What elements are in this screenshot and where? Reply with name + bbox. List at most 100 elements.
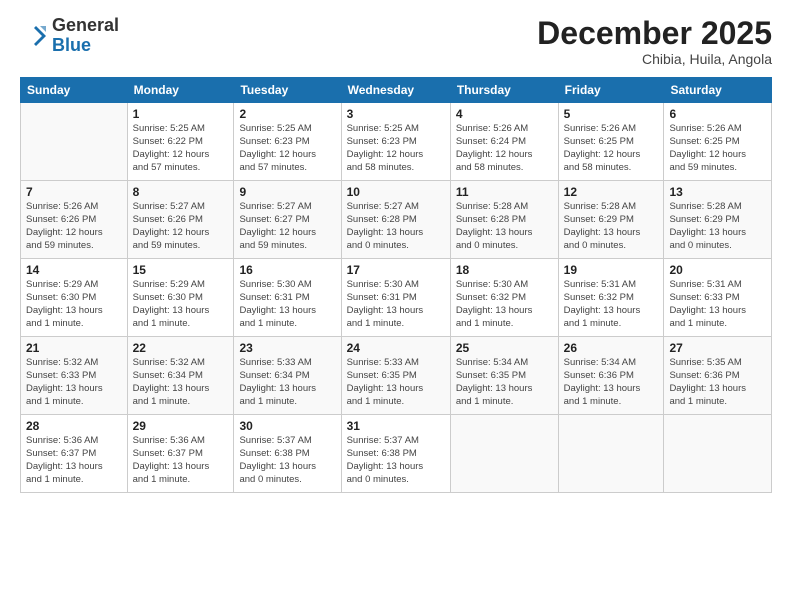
calendar-cell: 14Sunrise: 5:29 AM Sunset: 6:30 PM Dayli… bbox=[21, 259, 128, 337]
logo-icon bbox=[20, 22, 48, 50]
day-info: Sunrise: 5:29 AM Sunset: 6:30 PM Dayligh… bbox=[26, 279, 122, 330]
title-block: December 2025 Chibia, Huila, Angola bbox=[537, 16, 772, 67]
calendar-cell bbox=[664, 415, 772, 493]
calendar-cell: 17 Sunrise: 5:30 AM Sunset: 6:31 PM Dayli… bbox=[341, 259, 450, 337]
calendar-cell: 8Sunrise: 5:27 AM Sunset: 6:26 PM Daylig… bbox=[127, 181, 234, 259]
calendar-cell: 15Sunrise: 5:29 AM Sunset: 6:30 PM Dayli… bbox=[127, 259, 234, 337]
day-number: 24 bbox=[347, 341, 445, 355]
day-info: Sunrise: 5:28 AM Sunset: 6:29 PM Dayligh… bbox=[669, 201, 766, 252]
day-info: Sunrise: 5:35 AM Sunset: 6:36 PM Dayligh… bbox=[669, 357, 766, 408]
day-info: Sunrise: 5:25 AM Sunset: 6:23 PM Dayligh… bbox=[347, 123, 445, 174]
month-title: December 2025 bbox=[537, 16, 772, 51]
calendar-cell bbox=[21, 103, 128, 181]
day-info: Sunrise: 5:27 AM Sunset: 6:27 PM Dayligh… bbox=[239, 201, 335, 252]
day-number: 3 bbox=[347, 107, 445, 121]
day-number: 31 bbox=[347, 419, 445, 433]
day-info: Sunrise: 5:31 AM Sunset: 6:33 PM Dayligh… bbox=[669, 279, 766, 330]
header: General Blue December 2025 Chibia, Huila… bbox=[20, 16, 772, 67]
calendar-cell: 18Sunrise: 5:30 AM Sunset: 6:32 PM Dayli… bbox=[450, 259, 558, 337]
day-number: 25 bbox=[456, 341, 553, 355]
calendar-cell bbox=[450, 415, 558, 493]
calendar-week-2: 7 Sunrise: 5:26 AM Sunset: 6:26 PM Daylig… bbox=[21, 181, 772, 259]
calendar-header-row: SundayMondayTuesdayWednesdayThursdayFrid… bbox=[21, 78, 772, 103]
weekday-header-thursday: Thursday bbox=[450, 78, 558, 103]
day-number: 7 bbox=[26, 185, 122, 199]
calendar-cell: 16Sunrise: 5:30 AM Sunset: 6:31 PM Dayli… bbox=[234, 259, 341, 337]
calendar-cell: 22 Sunrise: 5:32 AM Sunset: 6:34 PM Dayli… bbox=[127, 337, 234, 415]
day-number: 17 bbox=[347, 263, 445, 277]
day-info: Sunrise: 5:28 AM Sunset: 6:29 PM Dayligh… bbox=[564, 201, 659, 252]
calendar-week-3: 14Sunrise: 5:29 AM Sunset: 6:30 PM Dayli… bbox=[21, 259, 772, 337]
day-number: 22 bbox=[133, 341, 229, 355]
calendar-cell: 13 Sunrise: 5:28 AM Sunset: 6:29 PM Dayli… bbox=[664, 181, 772, 259]
calendar: SundayMondayTuesdayWednesdayThursdayFrid… bbox=[20, 77, 772, 493]
day-info: Sunrise: 5:32 AM Sunset: 6:33 PM Dayligh… bbox=[26, 357, 122, 408]
day-info: Sunrise: 5:27 AM Sunset: 6:28 PM Dayligh… bbox=[347, 201, 445, 252]
day-number: 19 bbox=[564, 263, 659, 277]
location: Chibia, Huila, Angola bbox=[537, 51, 772, 67]
day-number: 20 bbox=[669, 263, 766, 277]
day-info: Sunrise: 5:31 AM Sunset: 6:32 PM Dayligh… bbox=[564, 279, 659, 330]
day-info: Sunrise: 5:25 AM Sunset: 6:22 PM Dayligh… bbox=[133, 123, 229, 174]
day-number: 1 bbox=[133, 107, 229, 121]
day-info: Sunrise: 5:32 AM Sunset: 6:34 PM Dayligh… bbox=[133, 357, 229, 408]
day-info: Sunrise: 5:26 AM Sunset: 6:26 PM Dayligh… bbox=[26, 201, 122, 252]
logo-blue: Blue bbox=[52, 35, 91, 55]
day-number: 26 bbox=[564, 341, 659, 355]
day-info: Sunrise: 5:37 AM Sunset: 6:38 PM Dayligh… bbox=[347, 435, 445, 486]
calendar-cell: 12Sunrise: 5:28 AM Sunset: 6:29 PM Dayli… bbox=[558, 181, 664, 259]
weekday-header-friday: Friday bbox=[558, 78, 664, 103]
calendar-cell: 9Sunrise: 5:27 AM Sunset: 6:27 PM Daylig… bbox=[234, 181, 341, 259]
day-number: 5 bbox=[564, 107, 659, 121]
calendar-cell: 5 Sunrise: 5:26 AM Sunset: 6:25 PM Daylig… bbox=[558, 103, 664, 181]
calendar-week-5: 28 Sunrise: 5:36 AM Sunset: 6:37 PM Dayli… bbox=[21, 415, 772, 493]
day-number: 10 bbox=[347, 185, 445, 199]
calendar-cell: 20 Sunrise: 5:31 AM Sunset: 6:33 PM Dayli… bbox=[664, 259, 772, 337]
calendar-cell: 1 Sunrise: 5:25 AM Sunset: 6:22 PM Daylig… bbox=[127, 103, 234, 181]
day-info: Sunrise: 5:36 AM Sunset: 6:37 PM Dayligh… bbox=[26, 435, 122, 486]
day-info: Sunrise: 5:26 AM Sunset: 6:24 PM Dayligh… bbox=[456, 123, 553, 174]
calendar-cell: 10 Sunrise: 5:27 AM Sunset: 6:28 PM Dayli… bbox=[341, 181, 450, 259]
day-number: 4 bbox=[456, 107, 553, 121]
logo-text: General Blue bbox=[52, 16, 119, 56]
day-number: 8 bbox=[133, 185, 229, 199]
calendar-cell: 7 Sunrise: 5:26 AM Sunset: 6:26 PM Daylig… bbox=[21, 181, 128, 259]
page: General Blue December 2025 Chibia, Huila… bbox=[0, 0, 792, 612]
day-number: 11 bbox=[456, 185, 553, 199]
calendar-cell: 3 Sunrise: 5:25 AM Sunset: 6:23 PM Daylig… bbox=[341, 103, 450, 181]
day-number: 23 bbox=[239, 341, 335, 355]
day-info: Sunrise: 5:30 AM Sunset: 6:31 PM Dayligh… bbox=[239, 279, 335, 330]
calendar-week-4: 21 Sunrise: 5:32 AM Sunset: 6:33 PM Dayli… bbox=[21, 337, 772, 415]
day-number: 2 bbox=[239, 107, 335, 121]
day-info: Sunrise: 5:30 AM Sunset: 6:31 PM Dayligh… bbox=[347, 279, 445, 330]
day-number: 15 bbox=[133, 263, 229, 277]
calendar-cell: 19 Sunrise: 5:31 AM Sunset: 6:32 PM Dayli… bbox=[558, 259, 664, 337]
calendar-cell: 21 Sunrise: 5:32 AM Sunset: 6:33 PM Dayli… bbox=[21, 337, 128, 415]
day-info: Sunrise: 5:33 AM Sunset: 6:35 PM Dayligh… bbox=[347, 357, 445, 408]
calendar-cell bbox=[558, 415, 664, 493]
day-info: Sunrise: 5:30 AM Sunset: 6:32 PM Dayligh… bbox=[456, 279, 553, 330]
day-number: 29 bbox=[133, 419, 229, 433]
calendar-cell: 23Sunrise: 5:33 AM Sunset: 6:34 PM Dayli… bbox=[234, 337, 341, 415]
calendar-cell: 11Sunrise: 5:28 AM Sunset: 6:28 PM Dayli… bbox=[450, 181, 558, 259]
calendar-cell: 26 Sunrise: 5:34 AM Sunset: 6:36 PM Dayli… bbox=[558, 337, 664, 415]
logo-general: General bbox=[52, 15, 119, 35]
day-number: 13 bbox=[669, 185, 766, 199]
day-number: 30 bbox=[239, 419, 335, 433]
weekday-header-tuesday: Tuesday bbox=[234, 78, 341, 103]
day-number: 27 bbox=[669, 341, 766, 355]
day-info: Sunrise: 5:34 AM Sunset: 6:35 PM Dayligh… bbox=[456, 357, 553, 408]
logo: General Blue bbox=[20, 16, 119, 56]
weekday-header-saturday: Saturday bbox=[664, 78, 772, 103]
calendar-cell: 2Sunrise: 5:25 AM Sunset: 6:23 PM Daylig… bbox=[234, 103, 341, 181]
day-info: Sunrise: 5:34 AM Sunset: 6:36 PM Dayligh… bbox=[564, 357, 659, 408]
day-number: 21 bbox=[26, 341, 122, 355]
calendar-cell: 28 Sunrise: 5:36 AM Sunset: 6:37 PM Dayli… bbox=[21, 415, 128, 493]
day-info: Sunrise: 5:26 AM Sunset: 6:25 PM Dayligh… bbox=[564, 123, 659, 174]
calendar-cell: 27 Sunrise: 5:35 AM Sunset: 6:36 PM Dayli… bbox=[664, 337, 772, 415]
weekday-header-sunday: Sunday bbox=[21, 78, 128, 103]
calendar-cell: 24 Sunrise: 5:33 AM Sunset: 6:35 PM Dayli… bbox=[341, 337, 450, 415]
weekday-header-monday: Monday bbox=[127, 78, 234, 103]
day-number: 28 bbox=[26, 419, 122, 433]
calendar-cell: 30Sunrise: 5:37 AM Sunset: 6:38 PM Dayli… bbox=[234, 415, 341, 493]
